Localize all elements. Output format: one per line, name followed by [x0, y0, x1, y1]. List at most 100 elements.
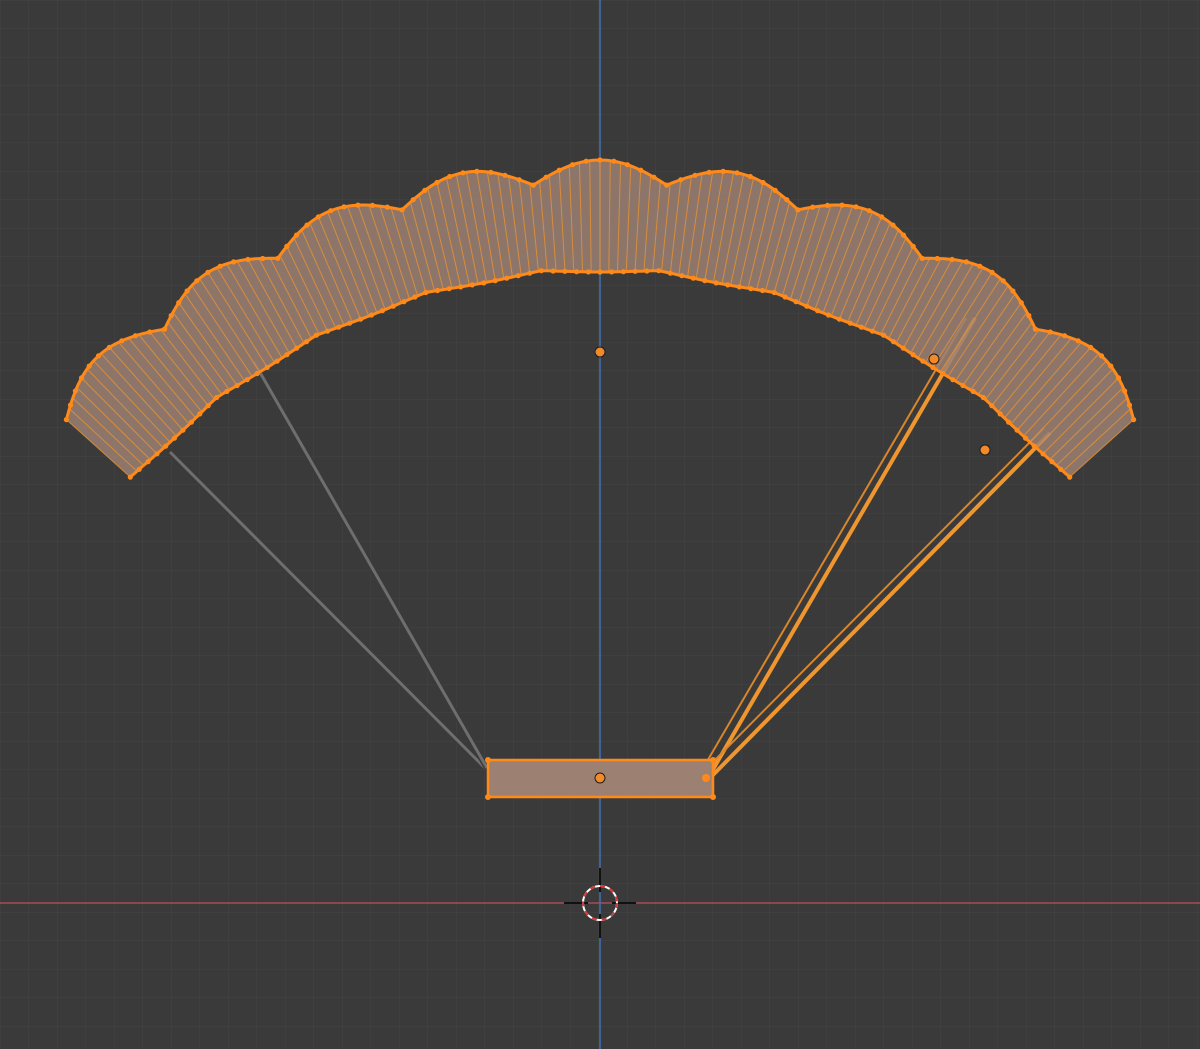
canopy-vertex: [423, 289, 429, 296]
canopy-vertex: [86, 363, 92, 369]
canopy-vertex: [304, 222, 310, 228]
viewport-canvas[interactable]: [0, 0, 1200, 1049]
canopy-vertex: [274, 358, 280, 364]
canopy-vertex: [638, 167, 644, 173]
canopy-vertex: [824, 202, 831, 208]
canopy-vertex: [839, 202, 845, 208]
canopy-vertex: [793, 299, 799, 305]
canopy-vertex: [1067, 474, 1073, 480]
canopy-vertex: [692, 172, 698, 178]
canopy-vertex: [782, 294, 788, 300]
canopy-vertex: [384, 204, 390, 210]
canopy-vertex: [980, 394, 986, 401]
canopy-vertex: [234, 382, 240, 389]
canopy-vertex: [205, 269, 211, 275]
canopy-vertex: [1115, 375, 1122, 381]
canopy-vertex: [950, 377, 956, 383]
canopy-vertex: [434, 179, 440, 186]
origin-dot-harness[interactable]: [594, 772, 606, 784]
origin-dot-canopy[interactable]: [594, 346, 606, 358]
canopy-vertex: [197, 411, 203, 417]
canopy-vertex: [725, 282, 731, 288]
origin-dot-line-right-a[interactable]: [928, 353, 940, 365]
canopy-vertex: [667, 270, 673, 276]
canopy-vertex: [168, 313, 174, 319]
canopy-vertex: [132, 333, 138, 339]
canopy-vertex: [205, 403, 211, 409]
canopy-vertex: [1032, 326, 1038, 332]
canopy-vertex: [1047, 329, 1053, 335]
canopy-vertex: [504, 275, 510, 281]
canopy-vertex: [759, 287, 766, 294]
canopy-vertex: [412, 294, 418, 300]
canopy-vertex: [245, 256, 251, 263]
canopy-vertex: [458, 284, 464, 290]
canopy-vertex: [583, 158, 589, 164]
canopy-vertex: [869, 328, 876, 334]
canopy-vertex: [502, 172, 508, 178]
canopy-vertex: [890, 339, 897, 345]
canopy-vertex: [930, 364, 936, 370]
canopy-vertex: [1040, 451, 1046, 457]
canopy-vertex: [184, 288, 190, 294]
canopy-vertex: [760, 179, 766, 186]
canopy-vertex: [244, 377, 250, 383]
canopy-vertex: [217, 263, 223, 269]
canopy-vertex: [474, 168, 480, 174]
canopy-vertex: [656, 268, 662, 274]
canopy-vertex: [171, 435, 177, 441]
origin-dot-line-right-b[interactable]: [979, 444, 991, 456]
canopy-vertex: [651, 174, 657, 180]
canopy-vertex: [1018, 300, 1024, 306]
canopy-vertex: [315, 214, 321, 220]
canopy-vertex: [585, 269, 591, 275]
canopy-vertex: [1026, 313, 1032, 319]
canopy-vertex: [516, 177, 522, 183]
canopy-vertex: [106, 344, 112, 350]
canopy-vertex: [180, 427, 186, 433]
canopy-vertex: [422, 187, 428, 193]
canopy-vertex: [574, 269, 580, 275]
canopy-vertex: [900, 345, 906, 351]
canopy-vertex: [609, 269, 615, 275]
canopy-vertex: [920, 358, 926, 364]
canopy-vertex: [853, 204, 859, 210]
canopy-vertex: [154, 451, 160, 457]
canopy-vertex: [1075, 338, 1081, 344]
harness-vertex: [485, 757, 491, 763]
canopy-vertex: [460, 170, 466, 176]
3d-viewport[interactable]: [0, 0, 1200, 1049]
canopy-vertex: [970, 388, 976, 394]
harness-vertex: [702, 774, 710, 782]
canopy-vertex: [772, 187, 778, 193]
canopy-vertex: [706, 169, 712, 175]
canopy-vertex: [390, 303, 396, 309]
canopy-vertex: [284, 243, 290, 249]
canopy-vertex: [858, 324, 865, 330]
canopy-vertex: [136, 466, 142, 472]
canopy-vertex: [264, 364, 270, 370]
canopy-vertex: [702, 278, 708, 284]
canopy-vertex: [434, 287, 441, 294]
canopy-vertex: [881, 332, 887, 338]
canopy-vertex: [194, 278, 200, 284]
canopy-vertex: [63, 417, 69, 423]
canopy-vertex: [836, 316, 843, 322]
canopy-vertex: [1126, 402, 1133, 408]
canopy-vertex: [934, 255, 940, 262]
canopy-vertex: [632, 268, 638, 274]
canopy-vertex: [804, 303, 810, 309]
canopy-vertex: [369, 202, 376, 208]
canopy-vertex: [163, 443, 169, 449]
canopy-vertex: [313, 332, 319, 338]
canopy-vertex: [795, 207, 801, 213]
canopy-vertex: [162, 326, 168, 332]
canopy-vertex: [355, 202, 361, 208]
canopy-vertex: [1049, 459, 1055, 465]
canopy-vertex: [678, 177, 684, 183]
canopy-vertex: [188, 419, 194, 425]
canopy-vertex: [611, 158, 617, 164]
canopy-vertex: [810, 204, 816, 210]
canopy-vertex: [562, 268, 568, 274]
canopy-vertex: [910, 243, 916, 249]
